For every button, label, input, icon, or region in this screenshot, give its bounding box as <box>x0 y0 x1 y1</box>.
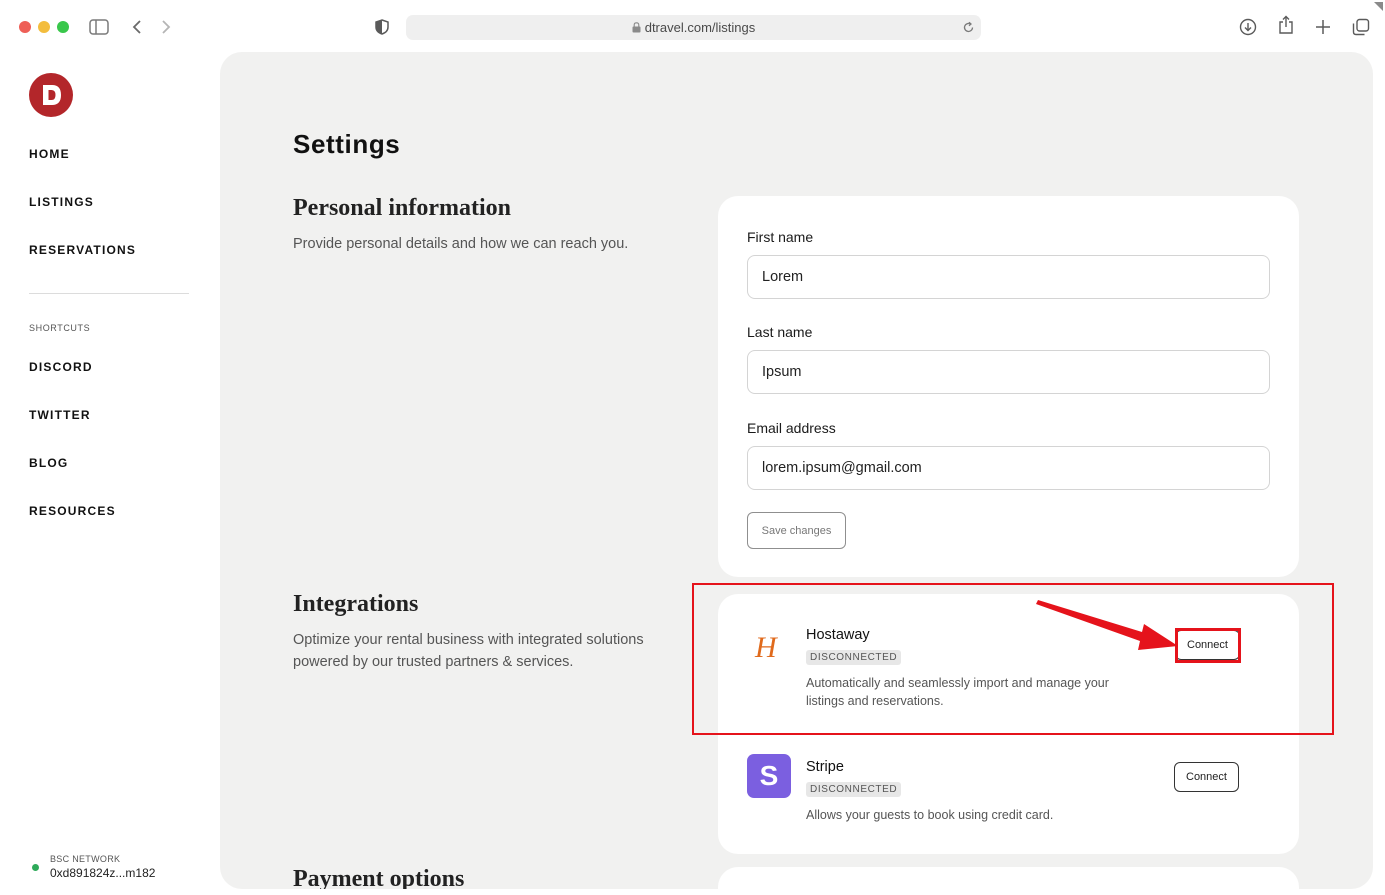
stripe-status-badge: DISCONNECTED <box>806 782 902 797</box>
stripe-logo: S <box>747 754 791 798</box>
settings-panel: Settings Personal information Provide pe… <box>220 52 1373 889</box>
new-tab-icon[interactable] <box>1315 19 1331 35</box>
share-icon[interactable] <box>1278 15 1294 35</box>
stripe-name: Stripe <box>806 759 844 775</box>
last-name-label: Last name <box>747 324 813 340</box>
stripe-connect-button[interactable]: Connect <box>1174 762 1239 792</box>
dtravel-logo[interactable] <box>29 73 73 117</box>
tab-overview-icon[interactable] <box>1352 18 1370 36</box>
sidebar-divider <box>29 293 189 294</box>
stripe-logo-letter: S <box>759 760 779 791</box>
payment-options-card <box>718 867 1299 889</box>
first-name-input[interactable] <box>747 255 1270 299</box>
integrations-description: Optimize your rental business with integ… <box>293 632 644 670</box>
lock-icon <box>632 22 641 33</box>
downloads-icon[interactable] <box>1239 18 1257 36</box>
address-bar[interactable]: dtravel.com/listings <box>406 15 981 40</box>
shortcuts-heading: SHORTCUTS <box>29 323 91 333</box>
payment-options-title: Payment options <box>293 866 465 889</box>
stripe-description: Allows your guests to book using credit … <box>806 808 1054 822</box>
window-corner-mark <box>1374 2 1383 11</box>
integrations-title: Integrations <box>293 591 419 617</box>
personal-info-description: Provide personal details and how we can … <box>293 236 629 252</box>
shortcut-discord[interactable]: DISCORD <box>29 360 93 374</box>
dtravel-logo-icon <box>43 85 61 105</box>
annotation-button-highlight <box>1175 628 1241 663</box>
last-name-input[interactable] <box>747 350 1270 394</box>
personal-info-title: Personal information <box>293 195 511 221</box>
sidebar-toggle-icon[interactable] <box>89 19 109 35</box>
privacy-shield-icon[interactable] <box>375 19 389 35</box>
zoom-window-button[interactable] <box>57 21 69 33</box>
browser-toolbar: dtravel.com/listings <box>0 0 1385 52</box>
annotation-arrow-icon <box>1036 600 1178 650</box>
page-title: Settings <box>293 129 401 159</box>
shortcut-blog[interactable]: BLOG <box>29 456 68 470</box>
network-label: BSC NETWORK <box>50 854 121 864</box>
forward-icon[interactable] <box>160 19 172 35</box>
url-text: dtravel.com/listings <box>644 20 756 35</box>
first-name-label: First name <box>747 229 814 245</box>
save-changes-button[interactable]: Save changes <box>747 512 846 549</box>
nav-reservations[interactable]: RESERVATIONS <box>29 243 136 257</box>
email-label: Email address <box>747 420 836 436</box>
nav-listings[interactable]: LISTINGS <box>29 195 94 209</box>
nav-home[interactable]: HOME <box>29 147 70 161</box>
back-icon[interactable] <box>131 19 143 35</box>
minimize-window-button[interactable] <box>38 21 50 33</box>
reload-icon[interactable] <box>962 21 975 34</box>
personal-info-card: First name Last name Email address Save … <box>718 196 1299 577</box>
network-status-dot <box>32 864 39 871</box>
shortcut-twitter[interactable]: TWITTER <box>29 408 91 422</box>
close-window-button[interactable] <box>19 21 31 33</box>
shortcut-resources[interactable]: RESOURCES <box>29 504 116 518</box>
wallet-address[interactable]: 0xd891824z...m182 <box>50 866 155 880</box>
email-input[interactable] <box>747 446 1270 490</box>
